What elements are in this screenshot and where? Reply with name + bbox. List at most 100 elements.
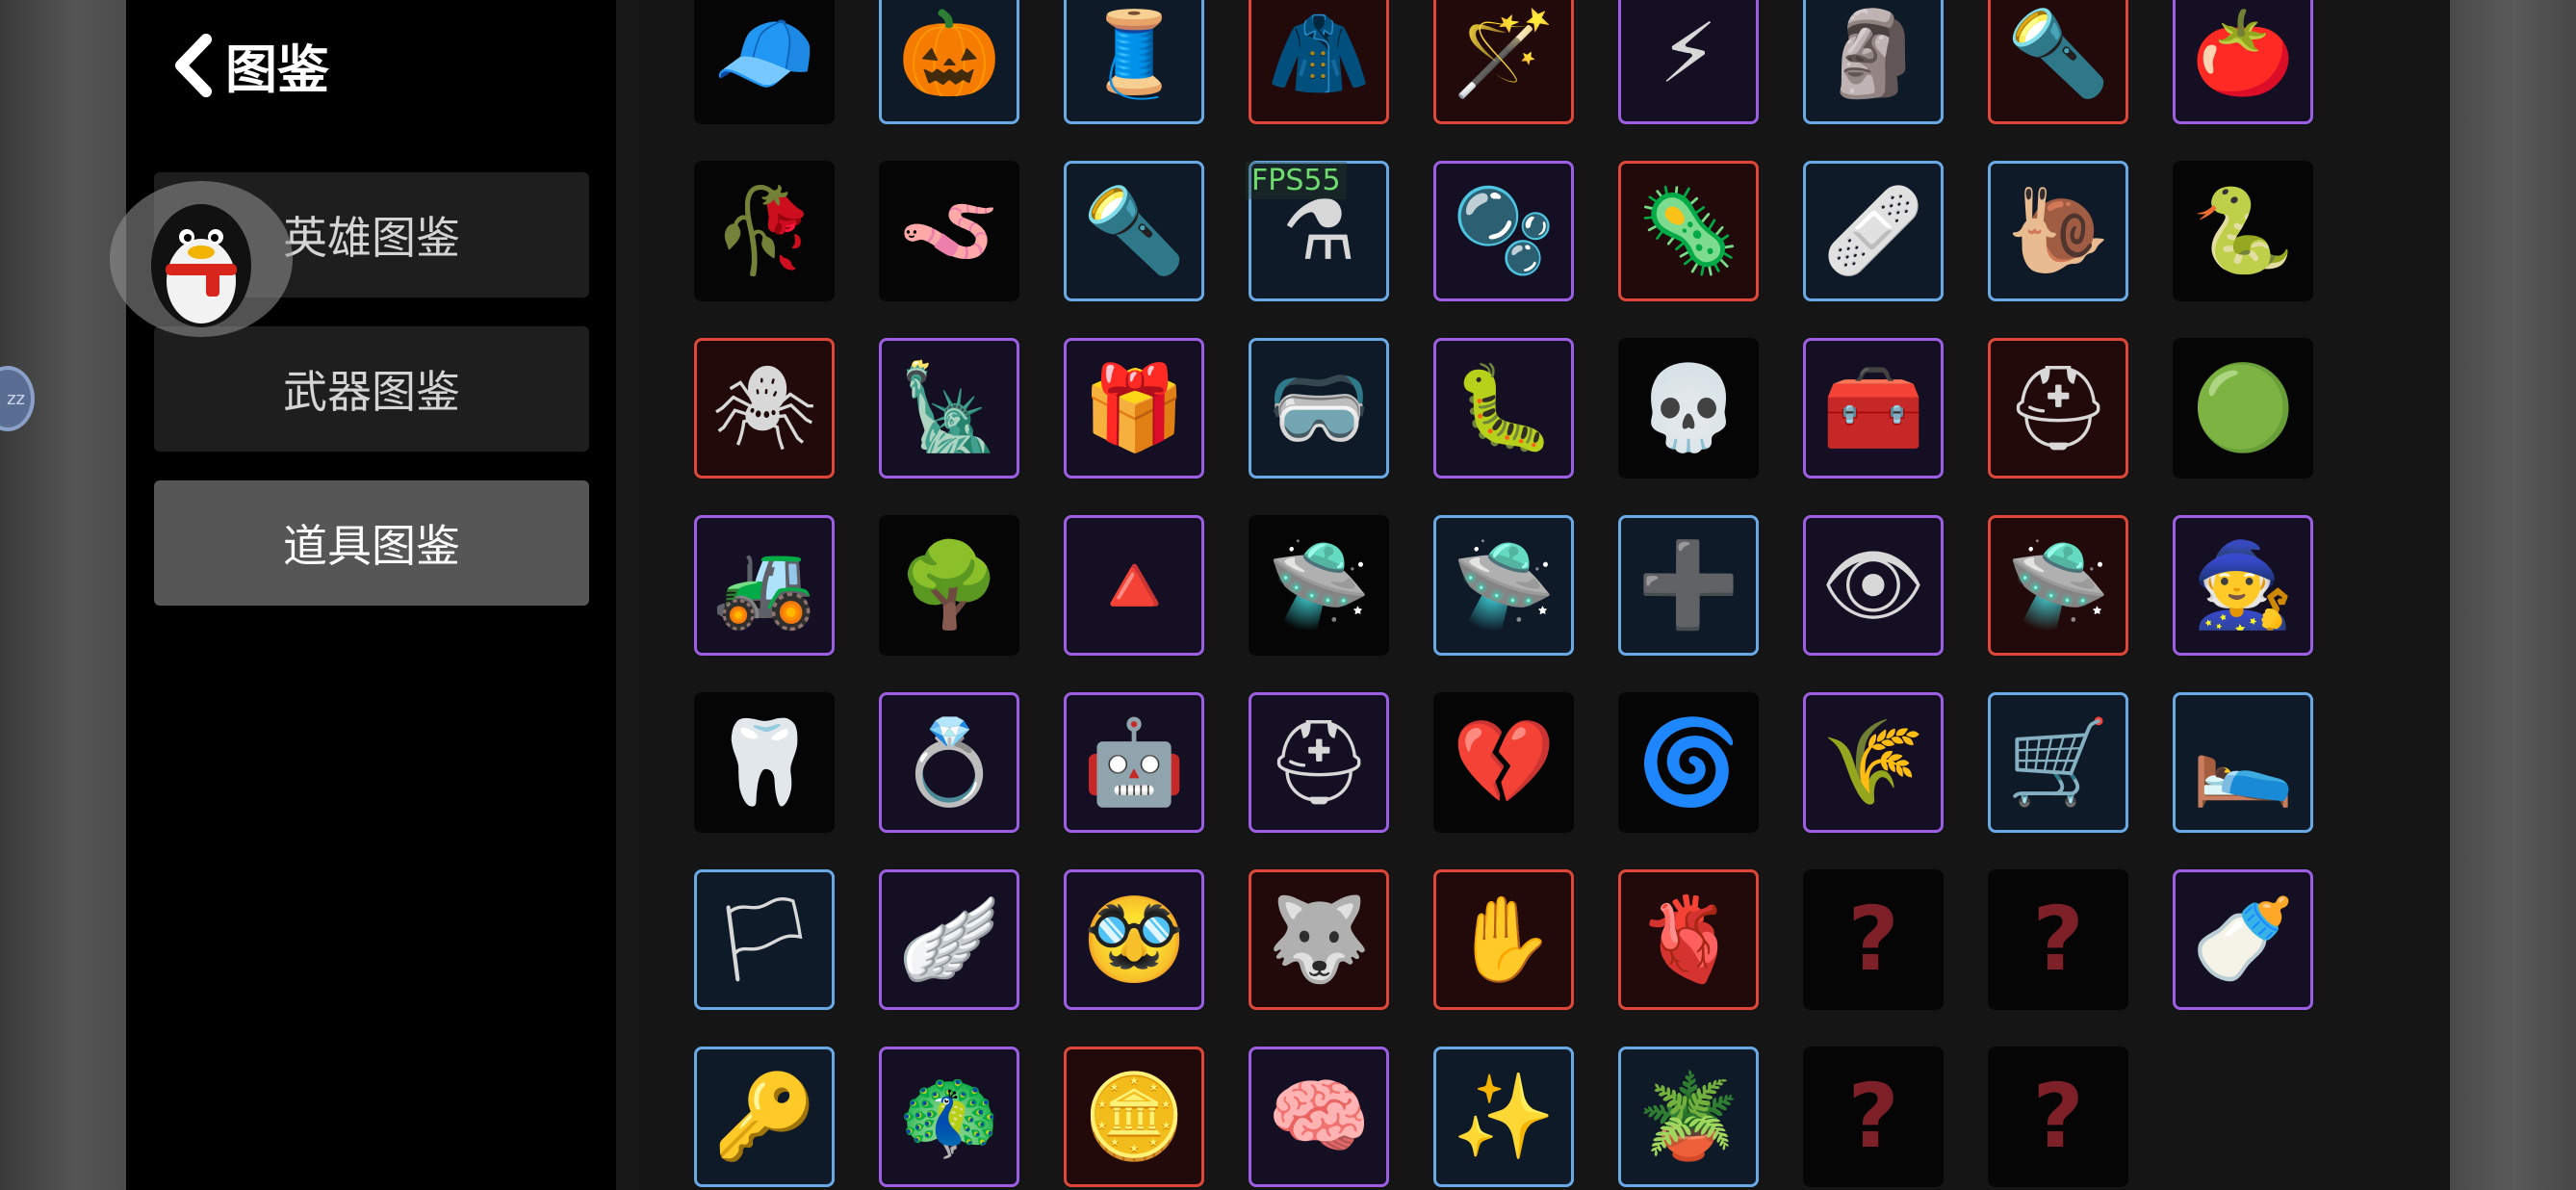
item-tile[interactable]: 🪱 <box>879 161 1019 301</box>
item-tile[interactable]: 🦷 <box>694 692 835 833</box>
back-button[interactable]: 图鉴 <box>169 27 329 103</box>
item-tile[interactable]: ⚡ <box>1618 0 1759 124</box>
robot-pod-icon: 🤖 <box>1082 714 1186 811</box>
item-tile[interactable]: 👁 <box>1803 515 1944 656</box>
virus-icon: 🦠 <box>1636 183 1740 279</box>
float-dot-label: zz <box>7 388 25 409</box>
left-backdrop <box>0 0 126 1190</box>
skull-face-icon: 💀 <box>1636 360 1740 456</box>
item-grid-panel: 🧢 🎃 🧵 🧥 🪄 ⚡ 🗿 🔦 🍅 🥀 🪱 🔦 ⚗ 🫧 🦠 🩹 🐌 🐍 🕷 🗽 🎁 🥽 🐛 💀 🧰 ⛑ 🟢 🚜 🌳 🔺 🛸 🛸 ➕ 👁 🛸 🧙 🦷 💍 🤖 ⛑… <box>639 0 2450 1190</box>
item-tile[interactable]: 🎃 <box>879 0 1019 124</box>
menu-label: 武器图鉴 <box>283 366 460 418</box>
item-tile[interactable]: 🪙 <box>1064 1047 1204 1187</box>
item-tile[interactable]: ⛑ <box>1988 338 2128 479</box>
item-tile[interactable]: 🧵 <box>1064 0 1204 124</box>
item-tile[interactable]: 🗿 <box>1803 0 1944 124</box>
item-tile[interactable]: 🛸 <box>1433 515 1574 656</box>
item-tile[interactable]: ➕ <box>1618 515 1759 656</box>
torch-icon: 🔦 <box>2006 6 2110 102</box>
white-flag-icon: 🏳 <box>711 892 817 988</box>
item-tile[interactable]: 🐍 <box>2173 161 2313 301</box>
item-tile[interactable]: 🏳 <box>694 869 835 1010</box>
item-tile[interactable]: 🔺 <box>1064 515 1204 656</box>
item-tile[interactable]: 🧙 <box>2173 515 2313 656</box>
item-tile[interactable]: 🍼 <box>2173 869 2313 1010</box>
item-tile[interactable]: 🥀 <box>694 161 835 301</box>
item-tile[interactable]: 🤖 <box>1064 692 1204 833</box>
chevron-left-icon <box>175 33 212 97</box>
snail-icon: 🐌 <box>2006 183 2110 279</box>
menu-label: 英雄图鉴 <box>283 212 460 264</box>
floating-avatar[interactable] <box>110 181 293 337</box>
item-tile[interactable]: 🚜 <box>694 515 835 656</box>
item-tile[interactable]: 🌳 <box>879 515 1019 656</box>
menu-item-codex[interactable]: 道具图鉴 <box>154 480 589 606</box>
item-tile[interactable]: 🫀 <box>1618 869 1759 1010</box>
item-tile[interactable]: 🪴 <box>1618 1047 1759 1187</box>
item-tile[interactable]: ✋ <box>1433 869 1574 1010</box>
item-tile[interactable]: 💔 <box>1433 692 1574 833</box>
item-tile[interactable]: 💍 <box>879 692 1019 833</box>
thorn-branch-icon: 🥀 <box>712 183 816 279</box>
item-tile[interactable]: 🎁 <box>1064 338 1204 479</box>
item-tile[interactable]: ? <box>1803 1047 1944 1187</box>
bottle-icon: 🍼 <box>2191 892 2295 988</box>
item-tile[interactable]: 🔦 <box>1064 161 1204 301</box>
item-tile[interactable]: 🛸 <box>1249 515 1389 656</box>
spiral-spirit-icon: 🌀 <box>1636 714 1740 811</box>
item-tile[interactable]: 🥸 <box>1064 869 1204 1010</box>
item-tile[interactable]: ✨ <box>1433 1047 1574 1187</box>
item-tile[interactable]: 🪽 <box>879 869 1019 1010</box>
item-tile[interactable]: 🐌 <box>1988 161 2128 301</box>
item-tile[interactable]: 🕷 <box>694 338 835 479</box>
goggles-icon: 🥽 <box>1267 360 1371 456</box>
menu-weapon-codex[interactable]: 武器图鉴 <box>154 326 589 452</box>
item-tile[interactable]: ? <box>1988 869 2128 1010</box>
wolf-head-icon: 🐺 <box>1267 892 1371 988</box>
item-tile[interactable]: 🗽 <box>879 338 1019 479</box>
item-tile[interactable]: 🛒 <box>1988 692 2128 833</box>
item-tile[interactable]: 🟢 <box>2173 338 2313 479</box>
item-tile[interactable]: 🌀 <box>1618 692 1759 833</box>
panel-divider <box>616 0 639 1190</box>
item-tile[interactable]: 🦠 <box>1618 161 1759 301</box>
item-tile[interactable]: 🫧 <box>1433 161 1574 301</box>
item-tile[interactable]: 🧥 <box>1249 0 1389 124</box>
item-tile[interactable]: 🧢 <box>694 0 835 124</box>
pink-blob-icon: 🫧 <box>1452 183 1556 279</box>
item-tile[interactable]: 🥽 <box>1249 338 1389 479</box>
item-tile[interactable]: 🛸 <box>1988 515 2128 656</box>
item-tile[interactable]: 🔦 <box>1988 0 2128 124</box>
item-tile[interactable]: 🐺 <box>1249 869 1389 1010</box>
claw-marks-icon: ⚡ <box>1659 6 1718 102</box>
item-tile[interactable]: 🔑 <box>694 1047 835 1187</box>
pumpkin-icon: 🎃 <box>897 6 1001 102</box>
item-tile[interactable]: 💀 <box>1618 338 1759 479</box>
item-tile[interactable]: 🧰 <box>1803 338 1944 479</box>
item-tile[interactable]: 🐛 <box>1433 338 1574 479</box>
gift-box-icon: 🎁 <box>1082 360 1186 456</box>
stone-circle-icon: 🗿 <box>1821 6 1925 102</box>
item-tile[interactable]: 🌾 <box>1803 692 1944 833</box>
green-slime-icon: 🟢 <box>2191 360 2295 456</box>
gold-coin-icon: 🪙 <box>1082 1069 1186 1165</box>
item-tile[interactable]: 🛌 <box>2173 692 2313 833</box>
item-tile[interactable]: 🪄 <box>1433 0 1574 124</box>
item-tile[interactable]: 🩹 <box>1803 161 1944 301</box>
sleeping-bag-icon: 🛌 <box>2191 714 2295 811</box>
menu-label: 道具图鉴 <box>283 520 460 572</box>
statue-icon: 🗽 <box>897 360 1001 456</box>
unknown-item-icon: ? <box>1847 1065 1899 1168</box>
pink-brain-icon: 🧠 <box>1267 1069 1371 1165</box>
page-title: 图鉴 <box>225 39 329 100</box>
item-tile[interactable]: ? <box>1988 1047 2128 1187</box>
item-tile[interactable]: 🍅 <box>2173 0 2313 124</box>
flashlight-icon: 🔦 <box>1082 183 1186 279</box>
item-tile[interactable]: ? <box>1803 869 1944 1010</box>
item-tile[interactable]: ⛑ <box>1249 692 1389 833</box>
mushroom-key-icon: 🔑 <box>712 1069 816 1165</box>
item-tile[interactable]: 🧠 <box>1249 1047 1389 1187</box>
item-tile[interactable]: 🦚 <box>879 1047 1019 1187</box>
beard-mask-icon: 🥸 <box>1082 892 1186 988</box>
unknown-item-icon: ? <box>1847 888 1899 991</box>
